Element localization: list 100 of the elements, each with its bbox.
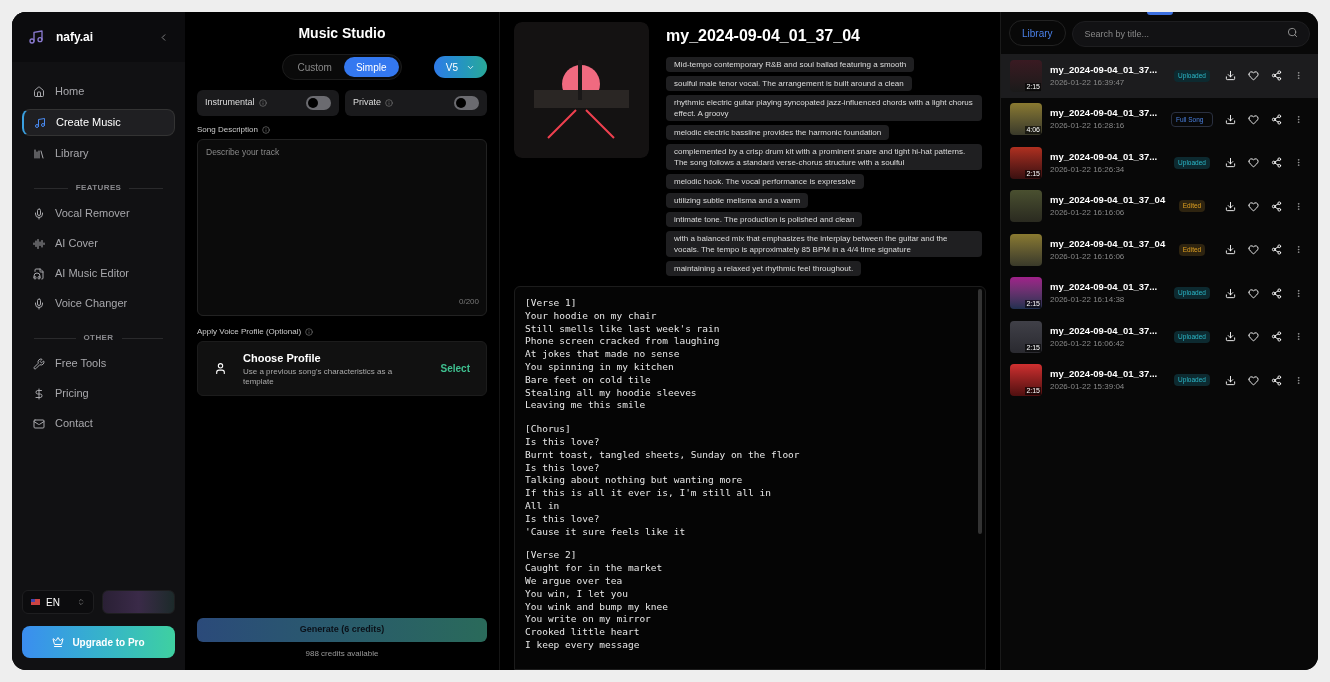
download-icon[interactable]: [1225, 331, 1236, 343]
more-icon[interactable]: [1294, 158, 1303, 168]
mode-tab[interactable]: Custom: [285, 57, 344, 77]
description-tag: complemented by a crisp drum kit with a prominent snare and tight hi-hat patterns. The song follows a standard verse-chorus structure with a soulful: [666, 144, 982, 170]
nav-item[interactable]: Voice Changer: [22, 290, 175, 317]
track-date: 2026-01-22 15:39:04: [1050, 381, 1126, 394]
nav-item[interactable]: Library: [22, 140, 175, 167]
lyrics-line: 'Cause it sure feels like it: [525, 525, 686, 539]
language-selector[interactable]: EN: [22, 590, 94, 614]
track-title: my_2024-09-04_01_37...: [1050, 323, 1159, 338]
field-label: Song Description: [197, 124, 258, 136]
song-title: my_2024-09-04_01_37_04: [666, 26, 861, 46]
more-icon[interactable]: [1294, 332, 1303, 342]
track-title: my_2024-09-04_01_37...: [1050, 280, 1159, 295]
heart-icon[interactable]: [1248, 331, 1259, 343]
lyrics-line: Is this love?: [525, 461, 600, 475]
toggle-label: Instrumental: [205, 96, 255, 110]
lyrics-line: [Verse 1]: [525, 297, 577, 310]
lyrics-line: You win, I let you: [525, 587, 628, 601]
lyrics-line: If this is all it ever is, I'm still all in: [525, 487, 771, 500]
nav-item[interactable]: Create Music: [22, 109, 175, 136]
description-tag: melodic electric bassline provides the harmonic foundation: [666, 125, 890, 140]
brand-name: nafy.ai: [56, 29, 95, 46]
more-icon[interactable]: [1294, 114, 1303, 124]
search-icon: [1287, 27, 1298, 38]
lyrics-line: Burnt toast, tangled sheets, Sunday on the floor: [525, 448, 800, 462]
section-heading: FEATURES: [75, 182, 122, 194]
version-dropdown[interactable]: V5: [433, 56, 487, 78]
lyrics-line: [Chorus]: [525, 423, 571, 436]
download-icon[interactable]: [1225, 113, 1236, 125]
heart-icon[interactable]: [1248, 244, 1259, 256]
more-icon[interactable]: [1294, 245, 1303, 255]
select-link[interactable]: Select: [440, 361, 470, 376]
nav-item[interactable]: Pricing: [22, 380, 175, 407]
more-icon[interactable]: [1294, 201, 1303, 211]
nav-item[interactable]: Contact: [22, 410, 175, 437]
heart-icon[interactable]: [1248, 157, 1259, 169]
profile-description: Use a previous song's characteristics as a template: [243, 366, 394, 387]
share-icon[interactable]: [1271, 70, 1282, 82]
track-date: 2026-01-22 16:26:34: [1050, 163, 1126, 176]
mail-icon: [33, 417, 45, 430]
heart-icon[interactable]: [1248, 374, 1259, 386]
lyrics-line: Your hoodie on my chair: [525, 309, 657, 323]
lyrics-line: Bare feet on cold tile: [525, 373, 651, 387]
share-icon[interactable]: [1271, 113, 1282, 125]
lyrics-line: At jokes that made no sense: [525, 348, 680, 361]
lyrics-line: You spinning in my kitchen: [525, 361, 674, 374]
home-icon: [33, 85, 45, 98]
heart-icon[interactable]: [1248, 70, 1259, 82]
toggle-label: Private: [353, 96, 381, 110]
more-icon[interactable]: [1294, 71, 1303, 81]
heart-icon[interactable]: [1248, 200, 1259, 212]
info-icon: [385, 99, 393, 107]
description-tag: utilizing subtle melisma and a warm: [666, 193, 809, 208]
description-tag: soulful male tenor vocal. The arrangement is built around a clean: [666, 76, 912, 91]
sort-icon: [77, 598, 85, 606]
track-title: my_2024-09-04_01_37...: [1050, 367, 1159, 382]
nav-item[interactable]: AI Cover: [22, 230, 175, 257]
share-icon[interactable]: [1271, 331, 1282, 343]
heart-icon[interactable]: [1248, 287, 1259, 299]
nav-item[interactable]: Vocal Remover: [22, 200, 175, 227]
track-title: my_2024-09-04_01_37...: [1050, 62, 1159, 77]
flag-icon: [31, 599, 40, 605]
download-icon[interactable]: [1225, 287, 1236, 299]
toggle-switch[interactable]: [306, 96, 331, 110]
profile-title: Choose Profile: [243, 351, 322, 367]
download-icon[interactable]: [1225, 374, 1236, 386]
lyrics-line: Is this love?: [525, 512, 600, 526]
share-icon[interactable]: [1271, 287, 1282, 299]
track-date: 2026-01-22 16:28:16: [1050, 120, 1126, 133]
download-icon[interactable]: [1225, 70, 1236, 82]
lyrics-line: Caught for in the market: [525, 562, 663, 575]
nav-item[interactable]: Free Tools: [22, 350, 175, 377]
microphone-icon: [33, 297, 45, 310]
share-icon[interactable]: [1271, 374, 1282, 386]
track-date: 2026-01-22 16:16:06: [1050, 207, 1126, 220]
share-icon[interactable]: [1271, 244, 1282, 256]
track-date: 2026-01-22 16:16:06: [1050, 250, 1126, 263]
credits-text: 988 credits available: [305, 648, 379, 660]
track-title: my_2024-09-04_01_37...: [1050, 149, 1159, 164]
nav-item[interactable]: AI Music Editor: [22, 260, 175, 287]
lyrics-line: Talking about nothing but wanting more: [525, 474, 743, 488]
wrench-icon: [33, 357, 45, 370]
lyrics-line: You wink and bump my knee: [525, 600, 668, 614]
share-icon[interactable]: [1271, 200, 1282, 212]
nav-item[interactable]: Home: [22, 78, 175, 105]
download-icon[interactable]: [1225, 157, 1236, 169]
heart-icon[interactable]: [1248, 113, 1259, 125]
share-icon[interactable]: [1271, 157, 1282, 169]
download-icon[interactable]: [1225, 200, 1236, 212]
search-field[interactable]: Search by title...: [1071, 21, 1310, 47]
tab-indicator: [1147, 12, 1173, 15]
download-icon[interactable]: [1225, 244, 1236, 256]
mode-tab[interactable]: Simple: [343, 57, 399, 77]
track-thumbnail: [1010, 190, 1042, 223]
lyrics-line: Crooked little heart: [525, 626, 640, 639]
more-icon[interactable]: [1294, 375, 1303, 385]
toggle-switch[interactable]: [454, 96, 479, 110]
more-icon[interactable]: [1294, 288, 1303, 298]
info-icon: [305, 328, 314, 336]
